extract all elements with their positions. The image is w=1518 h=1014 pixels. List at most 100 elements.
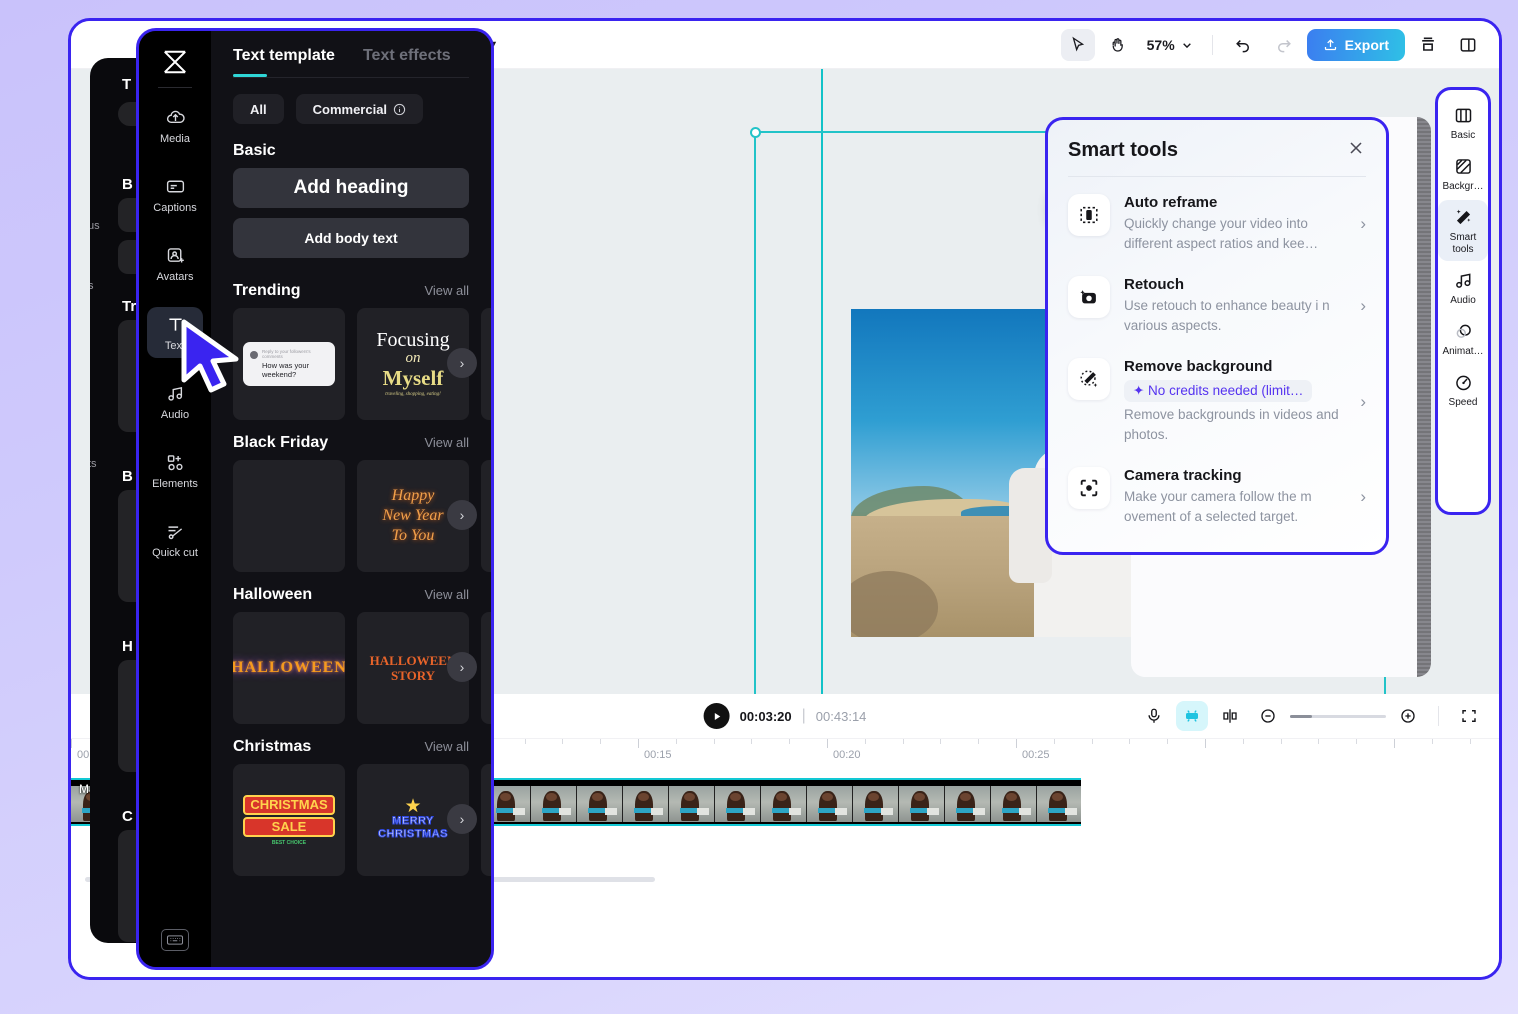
template-card[interactable]: [481, 460, 491, 572]
template-card[interactable]: [481, 308, 491, 420]
add-body-text-button[interactable]: Add body text: [233, 218, 469, 258]
ruler-tick: [902, 739, 904, 744]
rail-item-speed[interactable]: Speed: [1438, 365, 1488, 414]
clip-thumbnail: [715, 786, 761, 822]
view-all-halloween[interactable]: View all: [424, 587, 469, 602]
row-halloween[interactable]: HALLOWEEN HALLOWEEN STORY ›: [211, 612, 491, 724]
template-card[interactable]: CHRISTMAS SALE BEST CHOICE: [233, 764, 345, 876]
properties-rail[interactable]: Basic Backgr… Smart tools Audio Animat… …: [1435, 87, 1491, 515]
row-trending[interactable]: Reply to your followers's comments How w…: [211, 308, 491, 420]
chevron-right-icon[interactable]: ›: [1360, 214, 1366, 234]
behind-side-1: s: [90, 280, 94, 292]
focusing-line-2: on: [405, 350, 421, 367]
tab-text-template[interactable]: Text template: [233, 47, 335, 77]
chevron-right-icon[interactable]: ›: [1360, 392, 1366, 412]
microphone-icon[interactable]: [1138, 701, 1170, 731]
row-christmas[interactable]: CHRISTMAS SALE BEST CHOICE ★ MERRY CHRIS…: [211, 764, 491, 876]
tab-text-effects[interactable]: Text effects: [363, 47, 451, 77]
rail-item-basic[interactable]: Basic: [1438, 98, 1488, 147]
layers-button[interactable]: [1411, 29, 1445, 61]
camera-tracking-desc: Make your camera follow the m ovement of…: [1124, 489, 1312, 524]
zoom-slider[interactable]: [1290, 714, 1386, 718]
sidebar-item-elements[interactable]: Elements: [147, 445, 203, 496]
smart-tool-item-remove-background[interactable]: Remove background ✦ No credits needed (l…: [1068, 345, 1366, 454]
chevron-right-icon[interactable]: ›: [1360, 487, 1366, 507]
panel-edge-strip: [1417, 117, 1431, 677]
next-arrow-icon[interactable]: ›: [447, 348, 477, 378]
group-header-halloween: Halloween View all: [211, 572, 491, 612]
chip-commercial[interactable]: Commercial: [295, 94, 424, 124]
rail-item-smart-tools[interactable]: Smart tools: [1438, 200, 1488, 261]
smart-tool-item-camera-tracking[interactable]: Camera tracking Make your camera follow …: [1068, 454, 1366, 536]
merry-line-2: CHRISTMAS: [378, 828, 448, 841]
capcut-logo-icon[interactable]: [139, 43, 211, 85]
sidebar-item-avatars[interactable]: Avatars: [147, 238, 203, 289]
ruler-tick: [1394, 739, 1395, 748]
fullscreen-icon[interactable]: [1453, 701, 1485, 731]
hand-tool-button[interactable]: [1101, 29, 1135, 61]
template-focusing-art: Focusing on Myself traveling, shopping, …: [376, 330, 449, 397]
sidebar-item-captions[interactable]: Captions: [147, 169, 203, 220]
export-button[interactable]: Export: [1306, 28, 1405, 61]
rail-item-animation[interactable]: Animat…: [1438, 314, 1488, 363]
smart-tool-item-retouch[interactable]: Retouch Use retouch to enhance beauty i …: [1068, 263, 1366, 345]
template-card[interactable]: Reply to your followers's comments How w…: [233, 308, 345, 420]
mouse-pointer-icon: [178, 318, 246, 401]
rail-label-audio: Audio: [1450, 295, 1476, 306]
next-arrow-icon[interactable]: ›: [447, 500, 477, 530]
keyboard-icon[interactable]: [161, 929, 189, 951]
select-tool-button[interactable]: [1060, 28, 1095, 61]
avatar-icon: [167, 248, 184, 263]
view-all-christmas[interactable]: View all: [424, 739, 469, 754]
next-arrow-icon[interactable]: ›: [447, 804, 477, 834]
sidebar-item-quick-cut[interactable]: Quick cut: [147, 514, 203, 565]
zoom-in-icon[interactable]: [1392, 701, 1424, 731]
rail-item-audio[interactable]: Audio: [1438, 263, 1488, 312]
zoom-level-control[interactable]: 57%: [1141, 37, 1198, 53]
auto-reframe-text: Auto reframe Quickly change your video i…: [1124, 194, 1346, 254]
toolbar-divider: [1438, 706, 1439, 726]
template-card[interactable]: [233, 460, 345, 572]
christmas-sale-line-1: CHRISTMAS: [243, 794, 335, 815]
sidebar-item-media[interactable]: Media: [147, 100, 203, 151]
view-all-black-friday[interactable]: View all: [424, 435, 469, 450]
zoom-out-icon[interactable]: [1252, 701, 1284, 731]
add-heading-button[interactable]: Add heading: [233, 168, 469, 208]
text-panel-tabs[interactable]: Text template Text effects: [211, 31, 491, 77]
row-black-friday[interactable]: Happy New Year To You ›: [211, 460, 491, 572]
split-clip-icon[interactable]: [1214, 701, 1246, 731]
smart-tools-popup[interactable]: Smart tools Auto reframe Quickly change …: [1045, 117, 1389, 555]
ruler-tick: [1016, 739, 1017, 748]
view-all-trending[interactable]: View all: [424, 283, 469, 298]
panel-toggle-button[interactable]: [1451, 29, 1485, 61]
retouch-text: Retouch Use retouch to enhance beauty i …: [1124, 276, 1346, 336]
left-icon-rail[interactable]: Media Captions Avatars Text Audio Elemen…: [139, 31, 211, 967]
smart-tool-item-auto-reframe[interactable]: Auto reframe Quickly change your video i…: [1068, 181, 1366, 263]
resize-handle-top-left[interactable]: [750, 127, 761, 138]
template-card[interactable]: [481, 764, 491, 876]
captions-icon: [166, 180, 184, 193]
text-panel[interactable]: Media Captions Avatars Text Audio Elemen…: [136, 28, 494, 970]
undo-button[interactable]: [1227, 29, 1261, 61]
template-card[interactable]: HALLOWEEN: [233, 612, 345, 724]
close-icon[interactable]: [1346, 138, 1366, 162]
chevron-right-icon[interactable]: ›: [1360, 296, 1366, 316]
auto-caption-icon[interactable]: [1176, 701, 1208, 731]
rail-item-background[interactable]: Backgr…: [1438, 149, 1488, 198]
behind-section-4: H: [122, 638, 133, 655]
speedometer-icon: [1455, 375, 1471, 391]
play-icon: [714, 712, 720, 720]
next-arrow-icon[interactable]: ›: [447, 652, 477, 682]
focusing-line-1: Focusing: [376, 329, 450, 352]
sidebar-label-avatars: Avatars: [156, 271, 194, 283]
template-card[interactable]: [481, 612, 491, 724]
redo-button[interactable]: [1267, 29, 1301, 61]
text-panel-body[interactable]: Text template Text effects All Commercia…: [211, 31, 491, 967]
chip-all[interactable]: All: [233, 94, 284, 124]
clip-thumbnail: [761, 786, 807, 822]
play-button[interactable]: [703, 703, 730, 729]
chip-all-label: All: [250, 101, 267, 117]
ruler-tick: [1242, 739, 1244, 744]
filter-chips[interactable]: All Commercial: [211, 78, 491, 124]
ruler-tick: [562, 739, 564, 744]
